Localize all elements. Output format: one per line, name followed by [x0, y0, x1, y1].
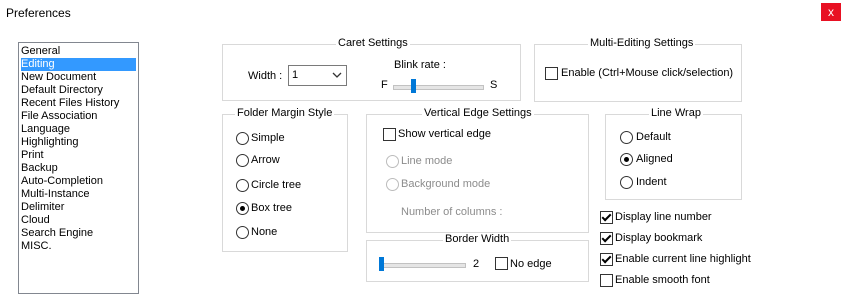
folder-margin-option-label: Arrow — [251, 154, 280, 166]
option-checkbox[interactable] — [600, 232, 613, 245]
option-checkbox-label: Enable smooth font — [615, 274, 710, 286]
show-vertical-edge-label: Show vertical edge — [398, 128, 491, 140]
category-item[interactable]: Print — [21, 149, 136, 162]
line-wrap-group: Line Wrap Default Aligned Indent — [605, 107, 742, 200]
category-item[interactable]: Cloud — [21, 214, 136, 227]
option-checkbox[interactable] — [600, 211, 613, 224]
line-mode-label: Line mode — [401, 155, 453, 167]
close-button[interactable]: x — [821, 3, 841, 21]
category-item[interactable]: Highlighting — [21, 136, 136, 149]
folder-margin-radio[interactable] — [236, 154, 249, 167]
blink-fast-label: F — [381, 79, 388, 91]
option-checkbox[interactable] — [600, 274, 613, 287]
folder-margin-radio[interactable] — [236, 226, 249, 239]
folder-margin-radio[interactable] — [236, 179, 249, 192]
close-icon: x — [828, 5, 834, 19]
folder-margin-option-label: Box tree — [251, 202, 292, 214]
line-wrap-radio[interactable] — [620, 153, 633, 166]
category-item[interactable]: MISC. — [21, 240, 136, 253]
folder-margin-option-label: Circle tree — [251, 179, 302, 191]
category-item[interactable]: Multi-Instance — [21, 188, 136, 201]
no-edge-label: No edge — [510, 258, 552, 270]
option-checkbox-label: Enable current line highlight — [615, 253, 751, 265]
width-label: Width : — [248, 70, 283, 82]
number-of-columns-label: Number of columns : — [401, 206, 503, 218]
border-width-value: 2 — [473, 258, 480, 270]
category-item[interactable]: Auto-Completion — [21, 175, 136, 188]
caret-settings-title: Caret Settings — [336, 37, 410, 49]
category-item[interactable]: Recent Files History — [21, 97, 136, 110]
border-width-track — [379, 263, 466, 268]
multi-editing-group: Multi-Editing Settings Enable (Ctrl+Mous… — [534, 37, 742, 102]
category-item[interactable]: Default Directory — [21, 84, 136, 97]
option-checkbox-label: Display bookmark — [615, 232, 703, 244]
category-item[interactable]: General — [21, 45, 136, 58]
width-value: 1 — [292, 69, 299, 81]
line-wrap-option-label: Aligned — [636, 153, 673, 165]
option-checkbox-label: Display line number — [615, 211, 712, 223]
vertical-edge-title: Vertical Edge Settings — [422, 107, 534, 119]
category-item[interactable]: New Document — [21, 71, 136, 84]
background-mode-label: Background mode — [401, 178, 491, 190]
line-wrap-option-label: Indent — [636, 176, 667, 188]
border-width-slider[interactable] — [379, 257, 384, 271]
multi-editing-label: Enable (Ctrl+Mouse click/selection) — [561, 67, 734, 79]
line-wrap-radio[interactable] — [620, 176, 633, 189]
category-item[interactable]: Language — [21, 123, 136, 136]
blink-rate-slider[interactable] — [410, 79, 416, 93]
category-item[interactable]: Search Engine — [21, 227, 136, 240]
folder-margin-option-label: None — [251, 226, 278, 238]
blink-rate-label: Blink rate : — [394, 59, 446, 71]
category-item[interactable]: Delimiter — [21, 201, 136, 214]
show-vertical-edge-checkbox[interactable] — [383, 128, 396, 141]
title-bar: Preferences x — [0, 0, 845, 26]
line-wrap-option-label: Default — [636, 131, 671, 143]
line-mode-radio[interactable] — [386, 155, 399, 168]
category-list[interactable]: General Editing New Document Default Direct… — [18, 42, 139, 294]
window-title: Preferences — [6, 6, 71, 20]
no-edge-checkbox[interactable] — [495, 257, 508, 270]
folder-margin-title: Folder Margin Style — [235, 107, 335, 119]
folder-margin-radio[interactable] — [236, 132, 249, 145]
category-item[interactable]: Backup — [21, 162, 136, 175]
caret-settings-group: Caret Settings Width : 1 Blink rate : F … — [222, 37, 521, 101]
border-width-title: Border Width — [443, 233, 512, 245]
folder-margin-group: Folder Margin Style Simple Arrow Circle tr… — [222, 107, 348, 252]
line-wrap-radio[interactable] — [620, 131, 633, 144]
category-item[interactable]: File Association — [21, 110, 136, 123]
folder-margin-option-label: Simple — [251, 132, 285, 144]
option-checkbox[interactable] — [600, 253, 613, 266]
multi-editing-checkbox[interactable] — [545, 67, 558, 80]
chevron-down-icon — [332, 72, 342, 78]
blink-rate-track — [393, 85, 484, 90]
line-wrap-title: Line Wrap — [649, 107, 703, 119]
multi-editing-title: Multi-Editing Settings — [588, 37, 696, 49]
border-width-group: Border Width 2 No edge — [366, 233, 589, 282]
width-select[interactable]: 1 — [288, 65, 347, 86]
background-mode-radio[interactable] — [386, 178, 399, 191]
category-item[interactable]: Editing — [21, 58, 136, 71]
folder-margin-radio[interactable] — [236, 202, 249, 215]
vertical-edge-group: Vertical Edge Settings Show vertical edg… — [366, 107, 589, 233]
blink-slow-label: S — [490, 79, 498, 91]
